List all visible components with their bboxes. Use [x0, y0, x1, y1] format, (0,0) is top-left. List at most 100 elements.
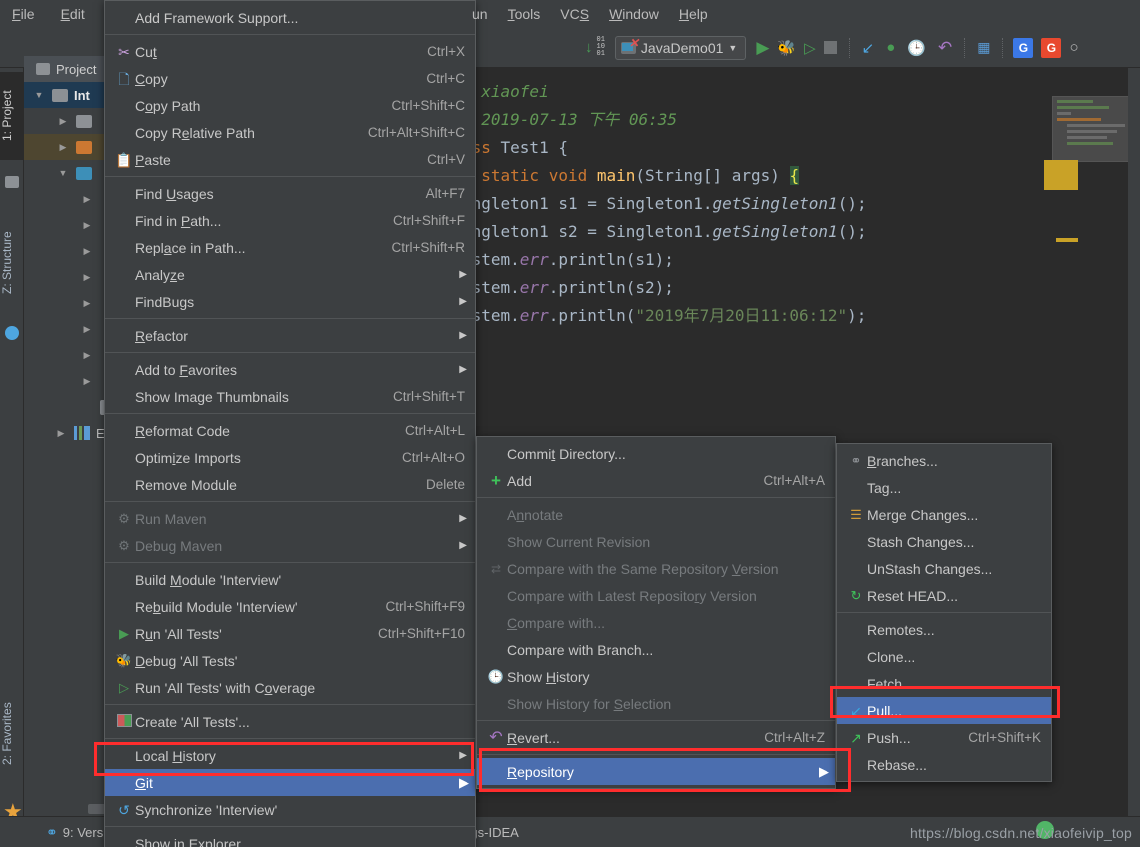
menu-tools[interactable]: Tools	[508, 6, 541, 22]
run-icon[interactable]: ▶	[756, 38, 769, 58]
context-menu-item-git[interactable]: Git ▶ ▶	[105, 769, 475, 796]
chevron-right-icon[interactable]: ▶	[80, 220, 94, 231]
repository-menu-item-stash-changes[interactable]: Stash Changes...	[837, 528, 1051, 555]
context-menu-item-run-maven[interactable]: ⚙ Run Maven ▶	[105, 505, 475, 532]
context-menu-item-cut[interactable]: ✂ Cut Ctrl+X	[105, 38, 475, 65]
repository-menu-item-push[interactable]: ↗ Push... Ctrl+Shift+K	[837, 724, 1051, 751]
context-menu-item-findbugs[interactable]: FindBugs ▶	[105, 288, 475, 315]
context-menu-item-synchronize-interview[interactable]: ↺ Synchronize 'Interview'	[105, 796, 475, 823]
git-menu-item-show-history[interactable]: 🕒 Show History	[477, 663, 835, 690]
coverage-icon[interactable]: ▷	[804, 39, 816, 57]
context-menu-item-replace-in-path[interactable]: Replace in Path... Ctrl+Shift+R	[105, 234, 475, 261]
context-menu-item-run-all-tests-with-coverage[interactable]: ▷ Run 'All Tests' with Coverage	[105, 674, 475, 701]
git-submenu[interactable]: Commit Directory... + Add Ctrl+Alt+A Annotat…	[476, 436, 836, 789]
context-menu-item-find-usages[interactable]: Find Usages Alt+F7	[105, 180, 475, 207]
repository-menu-item-label: Push...	[867, 729, 911, 746]
repository-menu-item-label: Remotes...	[867, 621, 935, 638]
git-menu-item-add[interactable]: + Add Ctrl+Alt+A	[477, 467, 835, 494]
vcs-update-icon[interactable]: ↙	[862, 39, 875, 57]
context-menu-item-show-in-explorer[interactable]: Show in Explorer	[105, 830, 475, 847]
context-menu-item-debug-maven[interactable]: ⚙ Debug Maven ▶	[105, 532, 475, 559]
context-menu-item-add-to-favorites[interactable]: Add to Favorites ▶	[105, 356, 475, 383]
editor-right-gutter[interactable]	[1128, 68, 1140, 816]
menu-window[interactable]: Window	[609, 6, 659, 22]
search-icon[interactable]: ○	[1069, 39, 1078, 56]
context-menu-item-remove-module[interactable]: Remove Module Delete	[105, 471, 475, 498]
menu-edit[interactable]: Edit	[57, 4, 89, 24]
chevron-right-icon[interactable]: ▶	[80, 246, 94, 257]
sidebar-item-favorites[interactable]: 2: Favorites	[0, 681, 24, 787]
git-menu-item-repository[interactable]: Repository ▶ ▶	[477, 758, 835, 785]
git-menu-item-commit-directory[interactable]: Commit Directory...	[477, 440, 835, 467]
repository-menu-item-branches[interactable]: ⚭ Branches...	[837, 447, 1051, 474]
sidebar-item-structure[interactable]: Z: Structure	[0, 208, 24, 318]
repository-menu-item-clone[interactable]: Clone...	[837, 643, 1051, 670]
chevron-right-icon[interactable]: ▶	[54, 428, 68, 439]
chevron-right-icon[interactable]: ▶	[80, 298, 94, 309]
vcs-revert-icon[interactable]: ↶	[938, 38, 952, 58]
menu-file[interactable]: File	[8, 4, 39, 24]
repository-submenu[interactable]: ⚭ Branches... Tag... ☰ Merge Changes... Stash…	[836, 443, 1052, 782]
context-menu-item-rebuild-module-interview[interactable]: Rebuild Module 'Interview' Ctrl+Shift+F9	[105, 593, 475, 620]
table-icon[interactable]: ▦	[977, 39, 990, 56]
git-menu-item-show-current-revision[interactable]: Show Current Revision	[477, 528, 835, 555]
google-translate-red-icon[interactable]: G	[1041, 37, 1062, 58]
context-menu-item-show-image-thumbnails[interactable]: Show Image Thumbnails Ctrl+Shift+T	[105, 383, 475, 410]
context-menu-item-find-in-path[interactable]: Find in Path... Ctrl+Shift+F	[105, 207, 475, 234]
context-menu-item-refactor[interactable]: Refactor ▶	[105, 322, 475, 349]
git-menu-item-compare-with[interactable]: Compare with...	[477, 609, 835, 636]
chevron-right-icon[interactable]: ▶	[80, 194, 94, 205]
vcs-history-icon[interactable]: 🕒	[907, 39, 926, 57]
context-menu-item-run-all-tests[interactable]: ▶ Run 'All Tests' Ctrl+Shift+F10	[105, 620, 475, 647]
status-vcs[interactable]: ⚭ 9: Vers	[36, 824, 113, 841]
chevron-right-icon[interactable]: ▶	[80, 272, 94, 283]
context-menu-item-debug-all-tests[interactable]: 🐝 Debug 'All Tests'	[105, 647, 475, 674]
sort-numeric-icon[interactable]: ↓	[585, 39, 593, 56]
context-menu-item-reformat-code[interactable]: Reformat Code Ctrl+Alt+L	[105, 417, 475, 444]
vcs-commit-icon[interactable]: ●	[886, 39, 895, 56]
context-menu[interactable]: Add Framework Support... ✂ Cut Ctrl+X 🗋 Copy C…	[104, 0, 476, 847]
repository-menu-item-rebase[interactable]: Rebase...	[837, 751, 1051, 778]
context-menu-item-label: Find Usages	[135, 185, 214, 202]
git-menu-item-show-history-for-selection[interactable]: Show History for Selection	[477, 690, 835, 717]
repository-menu-item-remotes[interactable]: Remotes...	[837, 616, 1051, 643]
repository-menu-item-fetch[interactable]: Fetch	[837, 670, 1051, 697]
repository-menu-item-merge-changes[interactable]: ☰ Merge Changes...	[837, 501, 1051, 528]
chevron-down-icon[interactable]: ▼	[56, 168, 70, 178]
git-menu-item-compare-with-the-same-repository-version[interactable]: ⇄ Compare with the Same Repository Versio…	[477, 555, 835, 582]
context-menu-item-build-module-interview[interactable]: Build Module 'Interview'	[105, 566, 475, 593]
google-translate-blue-icon[interactable]: G	[1013, 37, 1034, 58]
repository-menu-item-unstash-changes[interactable]: UnStash Changes...	[837, 555, 1051, 582]
git-menu-shortcut: Ctrl+Alt+A	[763, 473, 825, 488]
chevron-right-icon[interactable]: ▶	[80, 376, 94, 387]
context-menu-item-local-history[interactable]: Local History ▶	[105, 742, 475, 769]
run-config-selector[interactable]: ✕ JavaDemo01 ▼	[614, 35, 747, 60]
context-menu-item-copy-relative-path[interactable]: Copy Relative Path Ctrl+Alt+Shift+C	[105, 119, 475, 146]
context-menu-item-analyze[interactable]: Analyze ▶	[105, 261, 475, 288]
menu-help[interactable]: Help	[679, 6, 708, 22]
context-menu-item-copy[interactable]: 🗋 Copy Ctrl+C	[105, 65, 475, 92]
context-menu-item-add-framework-support[interactable]: Add Framework Support...	[105, 4, 475, 31]
git-menu-item-revert[interactable]: ↶ Revert... Ctrl+Alt+Z	[477, 724, 835, 751]
repository-menu-item-pull[interactable]: ↙ Pull...	[837, 697, 1051, 724]
context-menu-item-paste[interactable]: 📋 Paste Ctrl+V	[105, 146, 475, 173]
repository-menu-item-tag[interactable]: Tag...	[837, 474, 1051, 501]
menu-vcs[interactable]: VCS	[560, 6, 589, 22]
git-menu-item-compare-with-latest-repository-version[interactable]: Compare with Latest Repository Version	[477, 582, 835, 609]
chevron-down-icon[interactable]: ▼	[728, 43, 737, 53]
context-menu-item-create-all-tests[interactable]: Create 'All Tests'...	[105, 708, 475, 735]
chevron-down-icon[interactable]: ▼	[32, 90, 46, 100]
debug-icon[interactable]: 🐝	[777, 39, 796, 57]
chevron-right-icon[interactable]: ▶	[56, 116, 70, 127]
git-menu-item-compare-with-branch[interactable]: Compare with Branch...	[477, 636, 835, 663]
chevron-right-icon[interactable]: ▶	[56, 142, 70, 153]
menu-run[interactable]: un	[472, 6, 488, 22]
chevron-right-icon[interactable]: ▶	[80, 350, 94, 361]
context-menu-item-copy-path[interactable]: Copy Path Ctrl+Shift+C	[105, 92, 475, 119]
git-menu-item-annotate[interactable]: Annotate	[477, 501, 835, 528]
sidebar-item-project[interactable]: 1: Project	[0, 72, 24, 160]
chevron-right-icon[interactable]: ▶	[80, 324, 94, 335]
repository-menu-item-reset-head[interactable]: ↻ Reset HEAD...	[837, 582, 1051, 609]
sync-icon: ↺	[118, 801, 130, 818]
context-menu-item-optimize-imports[interactable]: Optimize Imports Ctrl+Alt+O	[105, 444, 475, 471]
